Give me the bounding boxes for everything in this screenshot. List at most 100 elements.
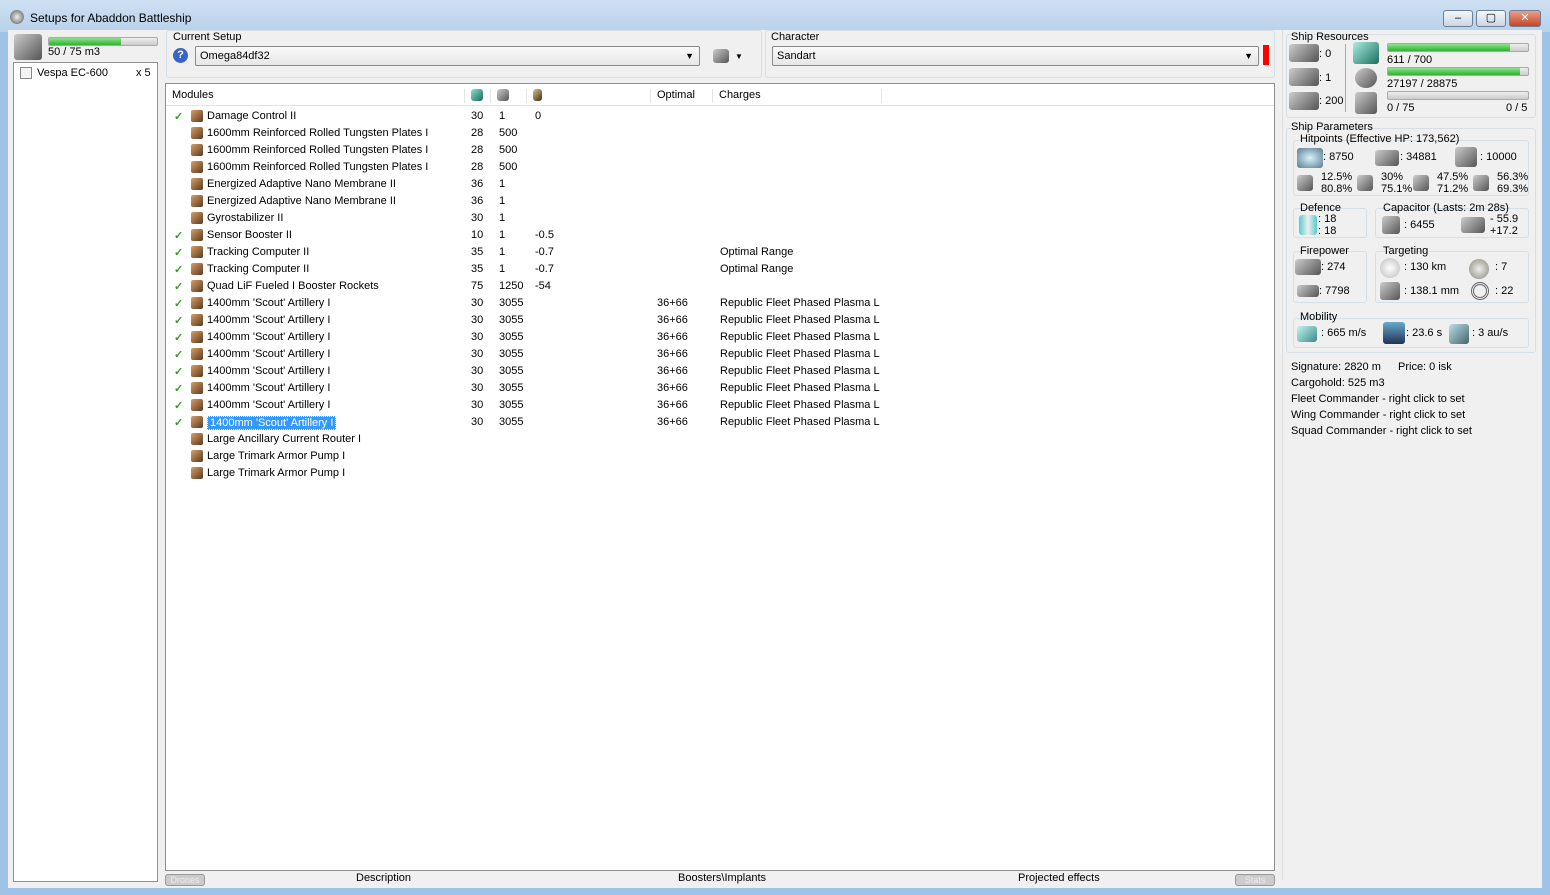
active-check-icon[interactable]: ✓ (174, 280, 183, 293)
module-row[interactable]: ✓ 1400mm 'Scout' Artillery I 30 3055 36+66 Re… (166, 414, 1274, 431)
module-row[interactable]: Energized Adaptive Nano Membrane II 36 1 (166, 176, 1274, 193)
chevron-down-icon[interactable]: ▼ (735, 52, 743, 61)
defence-value-1: : 18 (1318, 213, 1337, 225)
module-row[interactable]: Gyrostabilizer II 30 1 (166, 210, 1274, 227)
drone-name: Vespa EC-600 (37, 67, 108, 79)
module-row[interactable]: ✓ Damage Control II 30 1 0 (166, 108, 1274, 125)
projected-effects-tab[interactable]: Projected effects (1018, 872, 1100, 884)
module-row[interactable]: Energized Adaptive Nano Membrane II 36 1 (166, 193, 1274, 210)
em-shield-resist: 12.5% (1321, 171, 1353, 183)
hitpoints-title: Hitpoints (Effective HP: 173,562) (1300, 133, 1460, 145)
active-check-icon[interactable]: ✓ (174, 382, 183, 395)
setup-label: Current Setup (173, 31, 242, 43)
stats-panel: Ship Resources : 0 : 1 : 200 611 / 700 2… (1282, 30, 1538, 880)
help-icon[interactable]: ? (173, 48, 188, 63)
active-check-icon[interactable]: ✓ (174, 263, 183, 276)
drone-list[interactable]: Vespa EC-600 x 5 (13, 62, 158, 882)
module-charges: Republic Fleet Phased Plasma L (720, 297, 880, 309)
description-tab[interactable]: Description (356, 872, 411, 884)
stats-tab[interactable]: Stats (1235, 874, 1275, 886)
module-row[interactable]: ✓ Tracking Computer II 35 1 -0.7 Optimal Rang… (166, 244, 1274, 261)
col-charges[interactable]: Charges (713, 89, 882, 103)
module-icon (191, 467, 203, 479)
col-powergrid[interactable] (491, 89, 527, 103)
defence-icon (1299, 215, 1317, 235)
module-row[interactable]: Large Trimark Armor Pump I (166, 465, 1274, 482)
module-row[interactable]: Large Trimark Armor Pump I (166, 448, 1274, 465)
powergrid-icon (1355, 68, 1377, 88)
module-powergrid: 3055 (499, 314, 524, 326)
module-row[interactable]: 1600mm Reinforced Rolled Tungsten Plates… (166, 125, 1274, 142)
active-check-icon[interactable]: ✓ (174, 348, 183, 361)
module-row[interactable]: ✓ 1400mm 'Scout' Artillery I 30 3055 36+66 Re… (166, 295, 1274, 312)
module-cpu: 28 (471, 161, 484, 173)
module-cpu: 35 (471, 246, 484, 258)
module-row[interactable]: Large Ancillary Current Router I (166, 431, 1274, 448)
character-select[interactable]: Sandart ▼ (772, 46, 1259, 66)
module-name: 1400mm 'Scout' Artillery I (207, 399, 331, 411)
active-check-icon[interactable]: ✓ (174, 297, 183, 310)
boosters-implants-tab[interactable]: Boosters\Implants (678, 872, 766, 884)
capacitor-regen: +17.2 (1490, 225, 1518, 237)
module-row[interactable]: ✓ 1400mm 'Scout' Artillery I 30 3055 36+66 Re… (166, 346, 1274, 363)
module-row[interactable]: ✓ Quad LiF Fueled I Booster Rockets 75 1250… (166, 278, 1274, 295)
module-row[interactable]: ✓ Sensor Booster II 10 1 -0.5 (166, 227, 1274, 244)
module-icon (191, 365, 203, 377)
module-row[interactable]: 1600mm Reinforced Rolled Tungsten Plates… (166, 142, 1274, 159)
module-row[interactable]: ✓ 1400mm 'Scout' Artillery I 30 3055 36+66 Re… (166, 312, 1274, 329)
close-button[interactable]: ✕ (1509, 10, 1541, 27)
module-icon (191, 263, 203, 275)
col-capacitor[interactable] (527, 89, 651, 103)
active-check-icon[interactable]: ✓ (174, 416, 183, 429)
active-check-icon[interactable]: ✓ (174, 246, 183, 259)
structure-hp: : 10000 (1480, 151, 1517, 163)
col-modules[interactable]: Modules (166, 89, 465, 103)
module-capacitor: -54 (535, 280, 551, 292)
active-check-icon[interactable]: ✓ (174, 314, 183, 327)
app-icon (10, 10, 24, 24)
module-row[interactable]: ✓ 1400mm 'Scout' Artillery I 30 3055 36+66 Re… (166, 380, 1274, 397)
setup-select[interactable]: Omega84df32 ▼ (195, 46, 700, 66)
drone-bay-bar (48, 37, 158, 46)
module-powergrid: 3055 (499, 348, 524, 360)
module-row[interactable]: ✓ 1400mm 'Scout' Artillery I 30 3055 36+66 Re… (166, 397, 1274, 414)
thermal-resist-icon (1357, 175, 1373, 191)
module-powergrid: 1 (499, 263, 506, 275)
squad-commander[interactable]: Squad Commander - right click to set (1291, 425, 1472, 437)
module-icon (191, 246, 203, 258)
fleet-commander[interactable]: Fleet Commander - right click to set (1291, 393, 1465, 405)
module-name: Energized Adaptive Nano Membrane II (207, 178, 396, 190)
active-check-icon[interactable]: ✓ (174, 331, 183, 344)
active-check-icon[interactable]: ✓ (174, 229, 183, 242)
module-cpu: 30 (471, 382, 484, 394)
module-powergrid: 3055 (499, 297, 524, 309)
module-row[interactable]: ✓ Tracking Computer II 35 1 -0.7 Optimal Rang… (166, 261, 1274, 278)
ship-menu-icon[interactable] (713, 49, 729, 63)
minimize-button[interactable]: – (1443, 10, 1473, 27)
module-cpu: 36 (471, 195, 484, 207)
signature-radius: Signature: 2820 m (1291, 361, 1381, 373)
capacitor-value: : 6455 (1404, 219, 1435, 231)
active-drones-value: 0 / 5 (1506, 102, 1528, 114)
scan-resolution-icon (1380, 282, 1400, 300)
module-name: Sensor Booster II (207, 229, 292, 241)
drones-tab[interactable]: Drones (165, 874, 205, 886)
active-check-icon[interactable]: ✓ (174, 365, 183, 378)
module-row[interactable]: ✓ 1400mm 'Scout' Artillery I 30 3055 36+66 Re… (166, 329, 1274, 346)
module-optimal: 36+66 (657, 365, 688, 377)
active-check-icon[interactable]: ✓ (174, 110, 183, 123)
wing-commander[interactable]: Wing Commander - right click to set (1291, 409, 1465, 421)
drone-checkbox[interactable] (20, 67, 32, 79)
module-row[interactable]: 1600mm Reinforced Rolled Tungsten Plates… (166, 159, 1274, 176)
module-row[interactable]: ✓ 1400mm 'Scout' Artillery I 30 3055 36+66 Re… (166, 363, 1274, 380)
explosive-armor-resist: 69.3% (1497, 183, 1529, 195)
col-optimal[interactable]: Optimal (651, 89, 713, 103)
capacitor-usage: - 55.9 (1490, 213, 1519, 225)
col-cpu[interactable] (465, 89, 491, 103)
module-cpu: 30 (471, 331, 484, 343)
active-check-icon[interactable]: ✓ (174, 399, 183, 412)
drone-bandwidth-bar (1387, 91, 1529, 100)
maximize-button[interactable]: ▢ (1476, 10, 1506, 27)
module-cpu: 30 (471, 110, 484, 122)
chevron-down-icon: ▼ (685, 51, 694, 61)
